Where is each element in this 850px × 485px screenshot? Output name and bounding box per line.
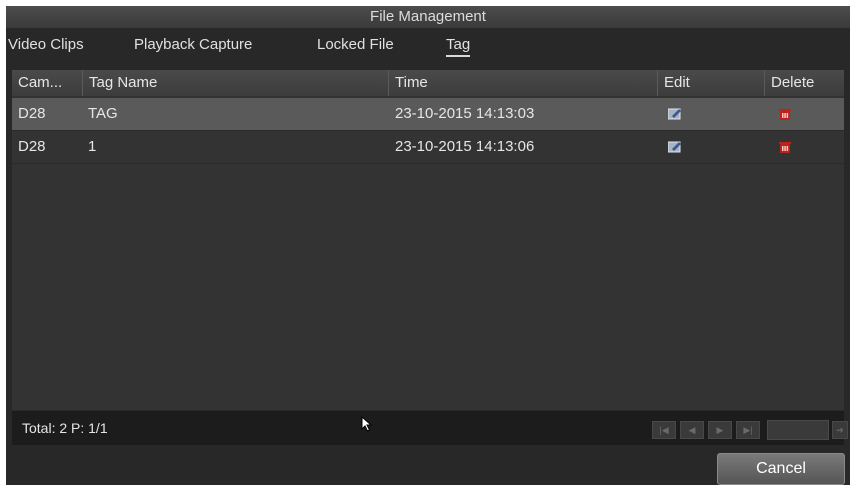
file-management-dialog: File Management Video Clips Playback Cap… — [6, 6, 850, 485]
camera-cell: D28 — [18, 138, 46, 155]
table-row[interactable]: D28 TAG 23-10-2015 14:13:03 — [12, 98, 844, 131]
tag-name-cell: 1 — [88, 138, 97, 155]
trash-icon[interactable] — [778, 107, 792, 121]
camera-cell: D28 — [18, 105, 46, 122]
column-header-camera[interactable]: Cam... — [18, 70, 62, 96]
tag-table: Cam... Tag Name Time Edit Delete D28 TAG… — [12, 70, 844, 410]
trash-icon[interactable] — [778, 140, 792, 154]
time-cell: 23-10-2015 14:13:03 — [395, 105, 535, 122]
dialog-title: File Management — [6, 6, 850, 28]
mouse-cursor-icon — [361, 416, 373, 432]
column-header-delete: Delete — [764, 70, 814, 96]
table-header: Cam... Tag Name Time Edit Delete — [12, 70, 844, 96]
column-header-time[interactable]: Time — [388, 70, 428, 96]
tab-locked-file[interactable]: Locked File — [317, 36, 394, 53]
tab-video-clips[interactable]: Video Clips — [8, 36, 84, 53]
tab-tag[interactable]: Tag — [446, 36, 471, 57]
prev-page-icon[interactable]: ◀ — [680, 421, 704, 439]
time-cell: 23-10-2015 14:13:06 — [395, 138, 535, 155]
tab-playback-capture[interactable]: Playback Capture — [134, 36, 252, 53]
column-header-edit: Edit — [657, 70, 690, 96]
column-header-tag-name[interactable]: Tag Name — [82, 70, 157, 96]
edit-icon[interactable] — [668, 141, 682, 153]
table-row[interactable]: D28 1 23-10-2015 14:13:06 — [12, 131, 844, 164]
total-pages-label: Total: 2 P: 1/1 — [22, 420, 108, 436]
page-number-input[interactable] — [767, 420, 829, 440]
edit-icon[interactable] — [668, 108, 682, 120]
next-page-icon[interactable]: ▶ — [708, 421, 732, 439]
cancel-button[interactable]: Cancel — [717, 453, 845, 485]
tag-name-cell: TAG — [88, 105, 118, 122]
table-footer: Total: 2 P: 1/1 |◀ ◀ ▶ ▶| ➔ — [12, 411, 848, 445]
go-page-icon[interactable]: ➔ — [832, 421, 848, 439]
first-page-icon[interactable]: |◀ — [652, 421, 676, 439]
last-page-icon[interactable]: ▶| — [736, 421, 760, 439]
tab-bar: Video Clips Playback Capture Locked File… — [6, 30, 850, 66]
